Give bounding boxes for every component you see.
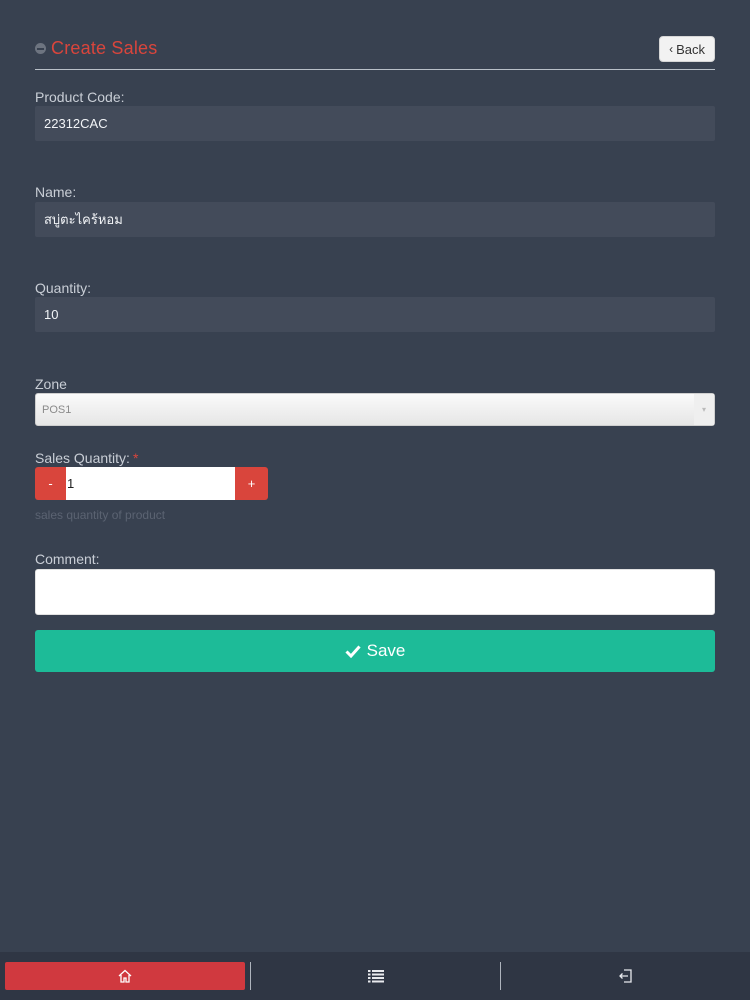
sales-quantity-label-text: Sales Quantity: (35, 450, 130, 466)
decrement-button[interactable]: - (35, 467, 66, 500)
name-field[interactable]: สบู่ตะไคร้หอม (35, 202, 715, 237)
save-button[interactable]: Save (35, 630, 715, 672)
sales-quantity-label: Sales Quantity: * (35, 450, 138, 466)
back-button[interactable]: ‹ Back (659, 36, 715, 62)
quantity-field[interactable]: 10 (35, 297, 715, 332)
zone-selected-value: POS1 (42, 403, 72, 416)
nav-home[interactable] (5, 962, 245, 990)
form-content: Create Sales ‹ Back Product Code: 22312C… (35, 0, 715, 672)
create-sales-page: Create Sales ‹ Back Product Code: 22312C… (0, 0, 750, 1000)
chevron-down-icon: ▾ (694, 394, 714, 425)
title-wrap: Create Sales (35, 38, 157, 59)
logout-icon (618, 969, 632, 983)
name-label: Name: (35, 184, 77, 200)
required-mark: * (132, 450, 139, 466)
comment-input[interactable] (35, 569, 715, 615)
product-code-label: Product Code: (35, 89, 125, 105)
product-code-field[interactable]: 22312CAC (35, 106, 715, 141)
nav-list[interactable] (251, 952, 500, 1000)
sales-quantity-input[interactable]: 1 (66, 467, 235, 500)
minus-circle-icon (35, 43, 46, 54)
save-button-label: Save (366, 641, 406, 660)
zone-label: Zone (35, 376, 67, 392)
quantity-label: Quantity: (35, 280, 92, 296)
page-header: Create Sales ‹ Back (35, 0, 715, 70)
bottom-nav (0, 952, 750, 1000)
increment-button[interactable]: + (235, 467, 268, 500)
sales-quantity-stepper: - 1 + (35, 467, 268, 500)
check-icon (345, 645, 361, 658)
back-button-label: Back (676, 41, 705, 57)
chevron-left-icon: ‹ (669, 42, 674, 56)
list-icon (367, 970, 384, 983)
home-icon (118, 969, 132, 983)
zone-select[interactable]: POS1 ▾ (35, 393, 715, 426)
page-title: Create Sales (51, 38, 158, 58)
comment-label: Comment: (35, 551, 100, 567)
sales-quantity-help: sales quantity of product (35, 508, 166, 522)
nav-logout[interactable] (501, 952, 750, 1000)
